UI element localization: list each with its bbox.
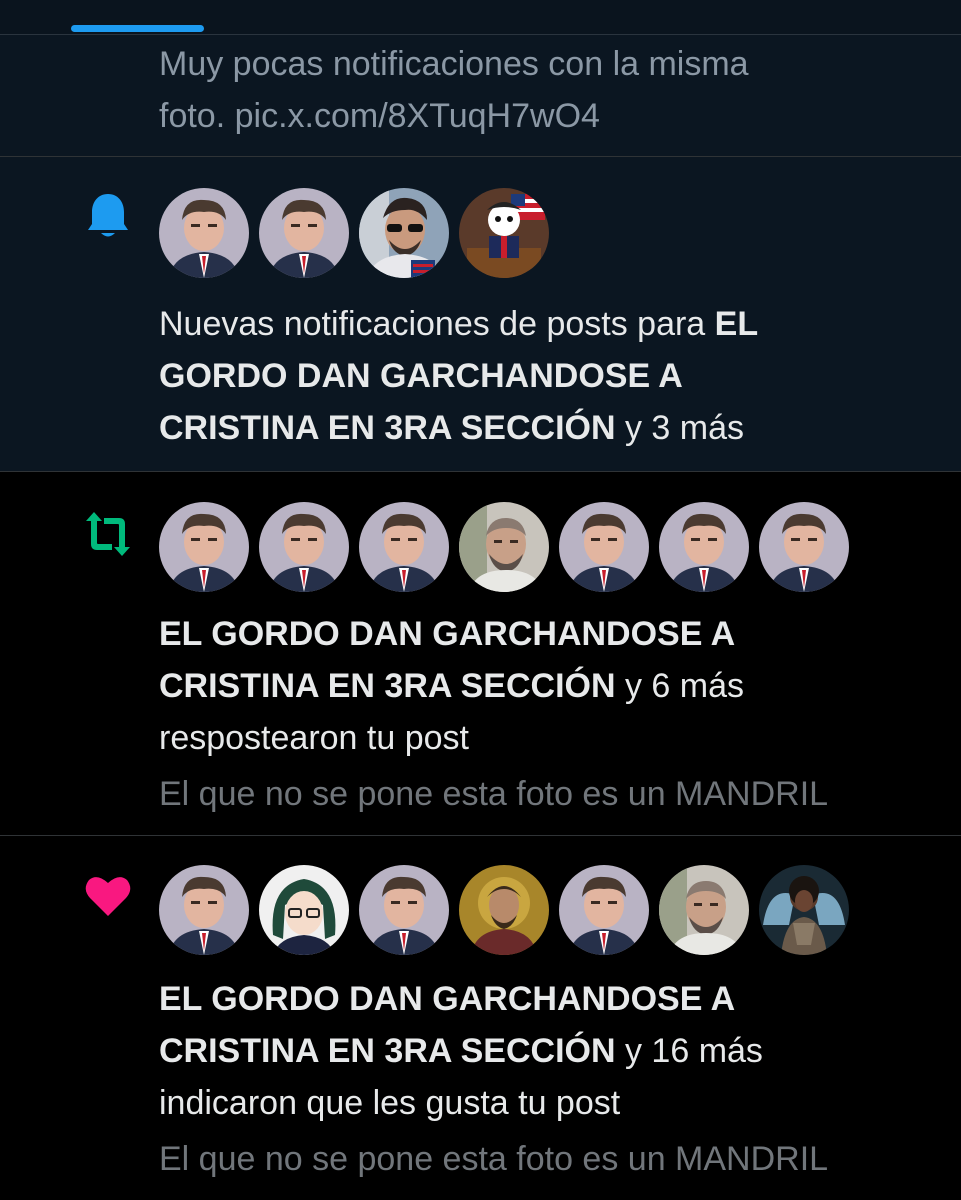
avatar[interactable] bbox=[359, 865, 449, 955]
notification-new-posts[interactable]: Nuevas notificaciones de posts para EL G… bbox=[0, 157, 961, 472]
notification-prefix: Nuevas notificaciones de posts para bbox=[159, 305, 715, 343]
post-preview[interactable]: El que no se pone esta foto es un MANDRI… bbox=[159, 768, 939, 820]
notification-action: respostearon tu post bbox=[159, 719, 469, 757]
post-text-line2: foto. pic.x.com/8XTuqH7wO4 bbox=[159, 97, 600, 135]
user-name[interactable]: CRISTINA EN 3RA SECCIÓN bbox=[159, 667, 616, 705]
others-count: y 16 más bbox=[615, 1032, 763, 1070]
notification-text: Nuevas notificaciones de posts para EL G… bbox=[159, 298, 899, 454]
others-count: y 6 más bbox=[615, 667, 745, 705]
avatar[interactable] bbox=[359, 188, 449, 278]
user-name[interactable]: GORDO DAN GARCHANDOSE A bbox=[159, 357, 683, 395]
avatar-row bbox=[159, 865, 859, 957]
heart-icon bbox=[82, 870, 134, 922]
user-name[interactable]: EL GORDO DAN GARCHANDOSE A bbox=[159, 615, 735, 653]
others-count: y 3 más bbox=[615, 409, 745, 447]
avatar[interactable] bbox=[259, 188, 349, 278]
avatar[interactable] bbox=[459, 865, 549, 955]
avatar[interactable] bbox=[159, 865, 249, 955]
avatar[interactable] bbox=[459, 502, 549, 592]
avatar[interactable] bbox=[559, 865, 649, 955]
post-text-line1: Muy pocas notificaciones con la misma bbox=[159, 45, 749, 83]
user-name[interactable]: CRISTINA EN 3RA SECCIÓN bbox=[159, 409, 616, 447]
avatar[interactable] bbox=[259, 865, 349, 955]
tab-bar bbox=[0, 0, 961, 35]
notification-text: EL GORDO DAN GARCHANDOSE A CRISTINA EN 3… bbox=[159, 973, 899, 1129]
tab-indicator[interactable] bbox=[71, 25, 204, 32]
avatar[interactable] bbox=[759, 865, 849, 955]
avatar[interactable] bbox=[159, 188, 249, 278]
post-preview[interactable]: El que no se pone esta foto es un MANDRI… bbox=[159, 1133, 939, 1185]
avatar[interactable] bbox=[259, 502, 349, 592]
avatar-row bbox=[159, 188, 559, 280]
user-name[interactable]: EL GORDO DAN GARCHANDOSE A bbox=[159, 980, 735, 1018]
avatar[interactable] bbox=[659, 502, 749, 592]
avatar[interactable] bbox=[359, 502, 449, 592]
avatar-row bbox=[159, 502, 859, 594]
user-name[interactable]: CRISTINA EN 3RA SECCIÓN bbox=[159, 1032, 616, 1070]
notification-repost[interactable]: EL GORDO DAN GARCHANDOSE A CRISTINA EN 3… bbox=[0, 472, 961, 836]
avatar[interactable] bbox=[459, 188, 549, 278]
user-name[interactable]: EL bbox=[715, 305, 758, 343]
bell-icon bbox=[82, 190, 134, 242]
repost-icon bbox=[82, 508, 134, 560]
avatar[interactable] bbox=[759, 502, 849, 592]
notification-action: indicaron que les gusta tu post bbox=[159, 1084, 621, 1122]
notification-text: EL GORDO DAN GARCHANDOSE A CRISTINA EN 3… bbox=[159, 608, 899, 764]
avatar[interactable] bbox=[559, 502, 649, 592]
notification-post-quote[interactable]: Muy pocas notificaciones con la misma fo… bbox=[0, 35, 961, 157]
avatar[interactable] bbox=[159, 502, 249, 592]
avatar[interactable] bbox=[659, 865, 749, 955]
notification-like[interactable]: EL GORDO DAN GARCHANDOSE A CRISTINA EN 3… bbox=[0, 836, 961, 1200]
post-text: Muy pocas notificaciones con la misma fo… bbox=[159, 38, 899, 142]
